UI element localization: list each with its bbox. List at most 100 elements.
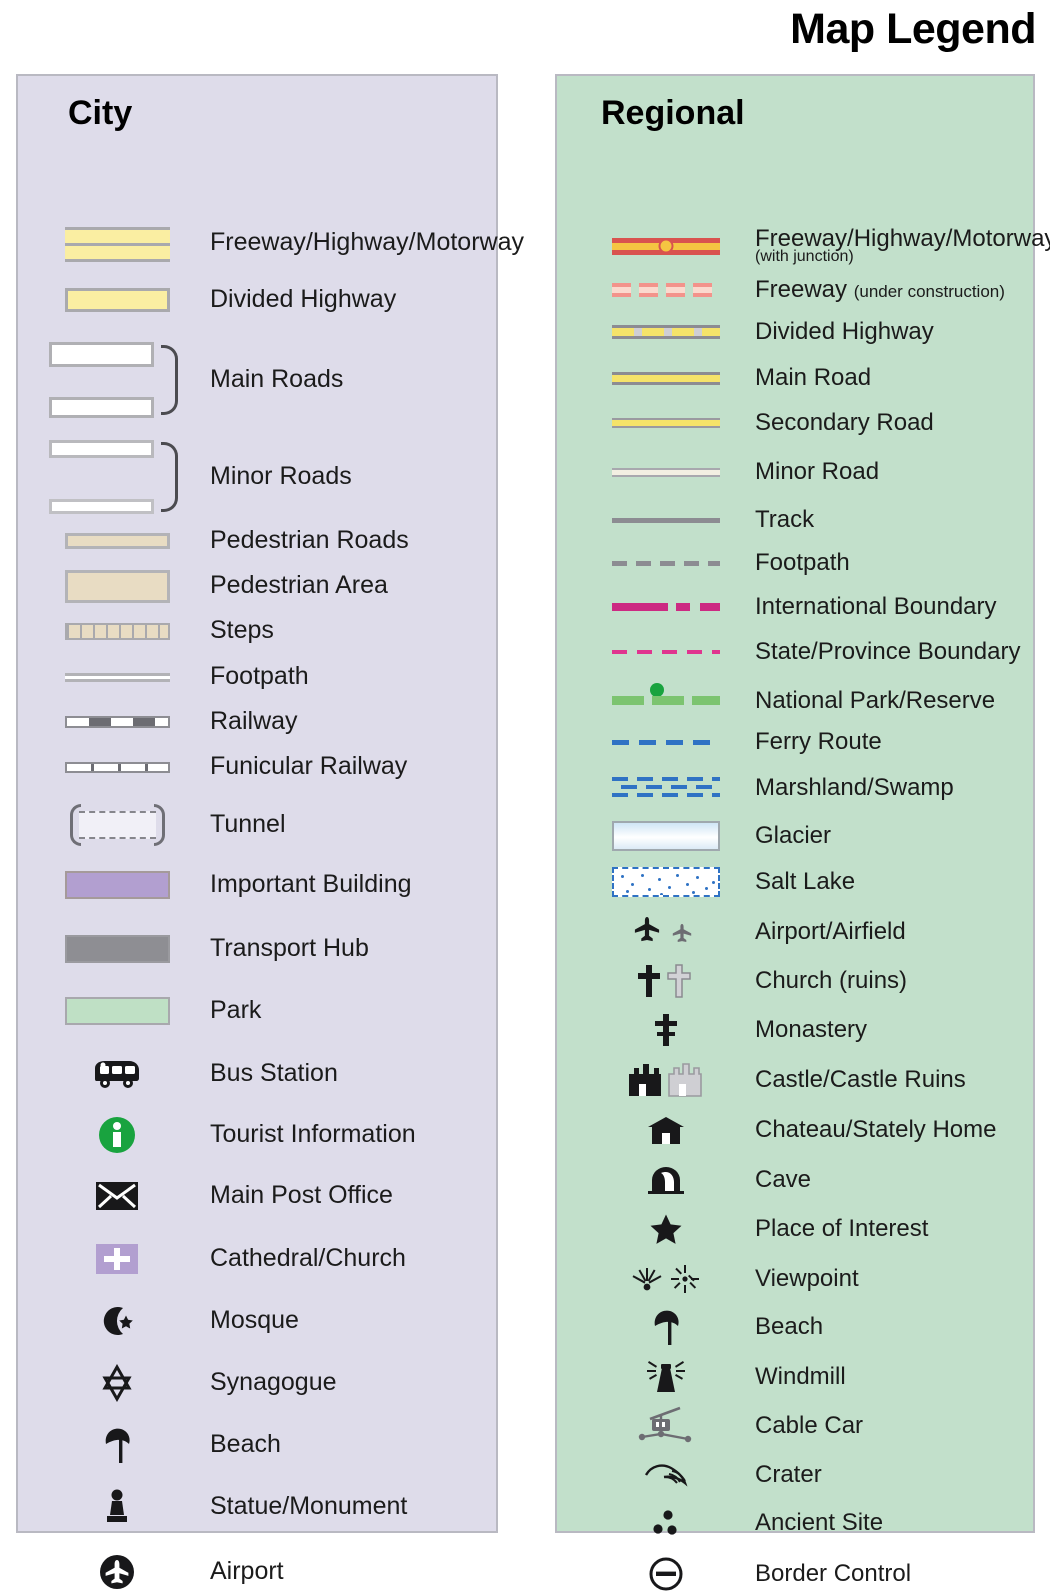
airport-plane-icon bbox=[49, 1552, 185, 1592]
legend-row-city-divided-highway: Divided Highway bbox=[18, 284, 500, 316]
legend-label: Airport bbox=[210, 1557, 284, 1586]
chateau-icon bbox=[602, 1114, 730, 1146]
legend-row-regional-border-control: Border Control bbox=[557, 1556, 1037, 1592]
legend-label: Cathedral/Church bbox=[210, 1244, 406, 1273]
city-transport-hub-symbol bbox=[49, 935, 185, 963]
envelope-icon bbox=[49, 1182, 185, 1210]
legend-label: Divided Highway bbox=[210, 285, 397, 314]
legend-row-regional-international-boundary: International Boundary bbox=[557, 594, 1037, 620]
regional-glacier-symbol bbox=[602, 821, 730, 851]
legend-label: Cave bbox=[755, 1165, 812, 1193]
regional-salt-lake-symbol bbox=[602, 867, 730, 897]
legend-row-city-cathedral-church: Cathedral/Church bbox=[18, 1240, 500, 1278]
legend-row-regional-salt-lake: Salt Lake bbox=[557, 866, 1037, 898]
legend-label: Freeway (under construction) bbox=[755, 275, 1005, 303]
star-icon bbox=[602, 1213, 730, 1245]
regional-secondary-road-symbol bbox=[602, 418, 730, 428]
legend-row-regional-beach: Beach bbox=[557, 1308, 1037, 1346]
legend-row-regional-glacier: Glacier bbox=[557, 820, 1037, 852]
regional-national-park-symbol bbox=[602, 683, 730, 705]
legend-label: Main Roads bbox=[210, 365, 344, 394]
legend-label: Pedestrian Area bbox=[210, 571, 388, 600]
legend-label: Park bbox=[210, 996, 262, 1025]
legend-label-note: (under construction) bbox=[853, 281, 1005, 301]
legend-row-city-tunnel: Tunnel bbox=[18, 802, 500, 848]
legend-row-regional-marshland: Marshland/Swamp bbox=[557, 773, 1037, 803]
legend-label: National Park/Reserve bbox=[755, 686, 996, 714]
legend-row-city-pedestrian-area: Pedestrian Area bbox=[18, 569, 500, 603]
legend-row-city-minor-roads: Minor Roads bbox=[18, 440, 500, 514]
legend-row-regional-chateau: Chateau/Stately Home bbox=[557, 1112, 1037, 1148]
legend-row-city-main-roads: Main Roads bbox=[18, 342, 500, 418]
legend-label: Steps bbox=[210, 616, 274, 645]
legend-label: Footpath bbox=[210, 662, 309, 691]
legend-label: Glacier bbox=[755, 821, 832, 849]
legend-label: Bus Station bbox=[210, 1059, 338, 1088]
city-pedestrian-area-symbol bbox=[49, 569, 185, 603]
legend-label: Castle/Castle Ruins bbox=[755, 1065, 966, 1093]
legend-row-regional-castle: Castle/Castle Ruins bbox=[557, 1061, 1037, 1099]
legend-row-city-footpath: Footpath bbox=[18, 664, 500, 690]
legend-row-city-steps: Steps bbox=[18, 618, 500, 644]
legend-label: Ancient Site bbox=[755, 1508, 884, 1536]
legend-row-city-statue-monument: Statue/Monument bbox=[18, 1488, 500, 1526]
legend-label: Salt Lake bbox=[755, 867, 856, 895]
legend-row-regional-track: Track bbox=[557, 507, 1037, 533]
legend-row-city-pedestrian-roads: Pedestrian Roads bbox=[18, 528, 500, 554]
church-ruins-cross-icon bbox=[602, 963, 730, 999]
airport-airfield-icon bbox=[602, 915, 730, 949]
city-tunnel-symbol bbox=[49, 804, 185, 846]
legend-row-city-railway: Railway bbox=[18, 709, 500, 735]
city-panel-heading: City bbox=[68, 94, 133, 132]
legend-row-regional-national-park: National Park/Reserve bbox=[557, 676, 1037, 714]
legend-row-regional-place-of-interest: Place of Interest bbox=[557, 1212, 1037, 1246]
legend-row-city-funicular-railway: Funicular Railway bbox=[18, 754, 500, 780]
legend-row-regional-airport-airfield: Airport/Airfield bbox=[557, 914, 1037, 950]
legend-label: Place of Interest bbox=[755, 1214, 929, 1242]
legend-label: Funicular Railway bbox=[210, 752, 408, 781]
regional-international-boundary-symbol bbox=[602, 603, 730, 611]
legend-row-city-beach: Beach bbox=[18, 1426, 500, 1464]
legend-row-regional-ancient-site: Ancient Site bbox=[557, 1506, 1037, 1540]
legend-row-city-mosque: Mosque bbox=[18, 1302, 500, 1340]
city-railway-symbol bbox=[49, 716, 185, 728]
legend-label: Track bbox=[755, 505, 815, 533]
beach-parasol-icon bbox=[602, 1308, 730, 1346]
city-pedestrian-road-symbol bbox=[49, 533, 185, 549]
regional-ferry-route-symbol bbox=[602, 739, 730, 745]
legend-row-regional-secondary-road: Secondary Road bbox=[557, 410, 1037, 436]
legend-row-regional-viewpoint: Viewpoint bbox=[557, 1262, 1037, 1296]
legend-label: Cable Car bbox=[755, 1411, 864, 1439]
windmill-icon bbox=[602, 1359, 730, 1395]
ancient-site-icon bbox=[602, 1508, 730, 1538]
regional-panel-heading: Regional bbox=[601, 94, 745, 132]
regional-footpath-symbol bbox=[602, 560, 730, 566]
legend-row-regional-windmill: Windmill bbox=[557, 1358, 1037, 1396]
city-steps-symbol bbox=[49, 622, 185, 640]
legend-row-city-synagogue: Synagogue bbox=[18, 1364, 500, 1402]
cable-car-icon bbox=[602, 1406, 730, 1446]
legend-row-regional-footpath: Footpath bbox=[557, 550, 1037, 576]
star-of-david-icon bbox=[49, 1364, 185, 1402]
mosque-star-crescent-icon bbox=[49, 1303, 185, 1339]
legend-label-main: Freeway bbox=[755, 275, 848, 303]
legend-label: Ferry Route bbox=[755, 727, 882, 755]
page-title: Map Legend bbox=[790, 5, 1036, 53]
legend-row-city-tourist-information: Tourist Information bbox=[18, 1114, 500, 1156]
legend-label: Freeway/Highway/Motorway bbox=[210, 228, 524, 257]
legend-label: Freeway/Highway/Motorway (with junction) bbox=[755, 226, 1050, 266]
legend-label: Minor Roads bbox=[210, 462, 352, 491]
legend-row-regional-church-ruins: Church (ruins) bbox=[557, 963, 1037, 999]
legend-row-city-freeway: Freeway/Highway/Motorway bbox=[18, 220, 524, 266]
legend-label: Border Control bbox=[755, 1559, 912, 1587]
legend-row-regional-crater: Crater bbox=[557, 1458, 1037, 1492]
legend-label: Main Post Office bbox=[210, 1181, 393, 1210]
beach-parasol-icon bbox=[49, 1426, 185, 1464]
viewpoint-icon bbox=[602, 1263, 730, 1295]
legend-label: International Boundary bbox=[755, 592, 997, 620]
legend-label: Main Road bbox=[755, 363, 872, 391]
legend-label: Tunnel bbox=[210, 810, 286, 839]
legend-row-regional-freeway: Freeway/Highway/Motorway (with junction) bbox=[557, 226, 1050, 266]
legend-label: Mosque bbox=[210, 1306, 299, 1335]
legend-label: Minor Road bbox=[755, 457, 880, 485]
